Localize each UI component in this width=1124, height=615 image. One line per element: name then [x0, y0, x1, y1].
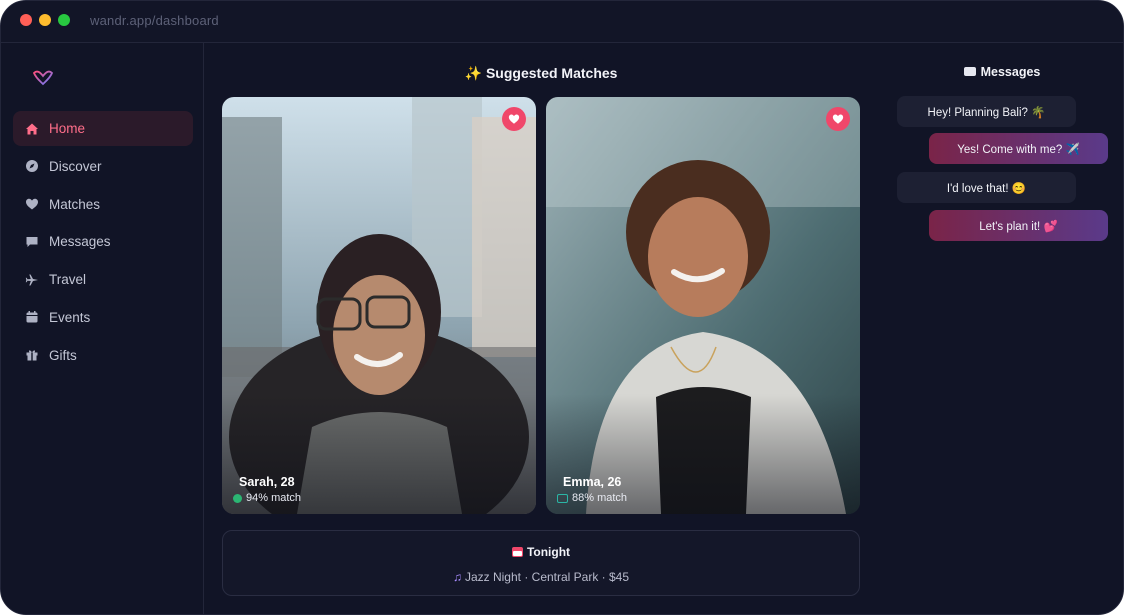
chat-icon [25, 235, 39, 249]
maximize-window-button[interactable] [58, 14, 70, 26]
section-title-text: Suggested Matches [485, 65, 618, 81]
sidebar-item-label: Discover [49, 158, 102, 174]
message-bubble-outgoing[interactable]: Let's plan it! 💕 [929, 210, 1108, 241]
tonight-event-card[interactable]: Tonight ♫ Jazz Night · Central Park · $45 [222, 530, 860, 596]
sidebar-item-label: Travel [49, 272, 87, 288]
sidebar-item-matches[interactable]: Matches [13, 187, 193, 222]
sidebar-item-label: Matches [49, 196, 101, 212]
match-score-text: 94% match [246, 492, 302, 504]
match-score: 88% match [557, 492, 627, 504]
gift-icon [25, 348, 39, 362]
tonight-detail-text: Jazz Night · Central Park · $45 [464, 570, 630, 584]
heart-icon [832, 114, 844, 124]
profile-name: Emma, 26 [563, 475, 622, 489]
match-card-sarah[interactable]: Sarah, 28 94% match [222, 97, 536, 514]
home-icon [25, 122, 39, 136]
sidebar-item-events[interactable]: Events [13, 300, 193, 335]
title-bar: wandr.app/dashboard [1, 1, 1123, 43]
calendar-icon [511, 547, 523, 557]
wandr-logo[interactable] [31, 66, 55, 90]
like-button[interactable] [502, 107, 526, 131]
heart-icon [25, 197, 39, 211]
sidebar-item-discover[interactable]: Discover [13, 149, 193, 184]
sidebar-item-home[interactable]: Home [13, 111, 193, 146]
message-bubble-outgoing[interactable]: Yes! Come with me? ✈️ [929, 133, 1108, 164]
calendar-icon [25, 310, 39, 324]
sidebar-item-messages[interactable]: Messages [13, 224, 193, 259]
tonight-title-text: Tonight [526, 545, 571, 559]
sidebar: Home Discover Matches Messages Travel Ev… [1, 43, 204, 614]
globe-icon [233, 493, 242, 503]
tonight-detail: ♫ Jazz Night · Central Park · $45 [223, 570, 859, 584]
messages-panel: Messages Hey! Planning Bali? 🌴 Yes! Come… [878, 43, 1123, 614]
music-note-icon: ♫ [452, 570, 462, 584]
sidebar-item-label: Messages [49, 234, 111, 250]
main-content: ✨ Suggested Matches Sarah, 28 94% match … [204, 43, 878, 614]
sidebar-item-travel[interactable]: Travel [13, 262, 193, 297]
messages-title: Messages [878, 65, 1123, 79]
match-score-text: 88% match [572, 492, 628, 504]
address-url[interactable]: wandr.app/dashboard [90, 13, 219, 28]
sidebar-item-label: Events [49, 309, 91, 325]
minimize-window-button[interactable] [39, 14, 51, 26]
message-bubble-incoming[interactable]: I'd love that! 😊 [897, 172, 1076, 203]
sidebar-item-gifts[interactable]: Gifts [13, 338, 193, 373]
like-button[interactable] [826, 107, 850, 131]
sidebar-item-label: Gifts [49, 347, 77, 363]
map-icon [557, 493, 568, 503]
section-title: ✨ Suggested Matches [204, 65, 878, 82]
heart-icon [508, 114, 520, 124]
sidebar-item-label: Home [49, 121, 86, 136]
tonight-title: Tonight [223, 545, 859, 559]
app-window: wandr.app/dashboard Home Discover Matche… [0, 0, 1124, 615]
compass-icon [25, 159, 39, 173]
message-bubble-incoming[interactable]: Hey! Planning Bali? 🌴 [897, 96, 1076, 127]
sparkles-icon: ✨ [464, 65, 482, 81]
match-card-emma[interactable]: Emma, 26 88% match [546, 97, 860, 514]
chat-icon [963, 67, 976, 76]
sidebar-nav: Home Discover Matches Messages Travel Ev… [13, 111, 193, 376]
match-score: 94% match [233, 492, 301, 504]
plane-icon [25, 273, 39, 287]
close-window-button[interactable] [20, 14, 32, 26]
messages-title-text: Messages [980, 65, 1041, 79]
profile-name: Sarah, 28 [239, 475, 295, 489]
